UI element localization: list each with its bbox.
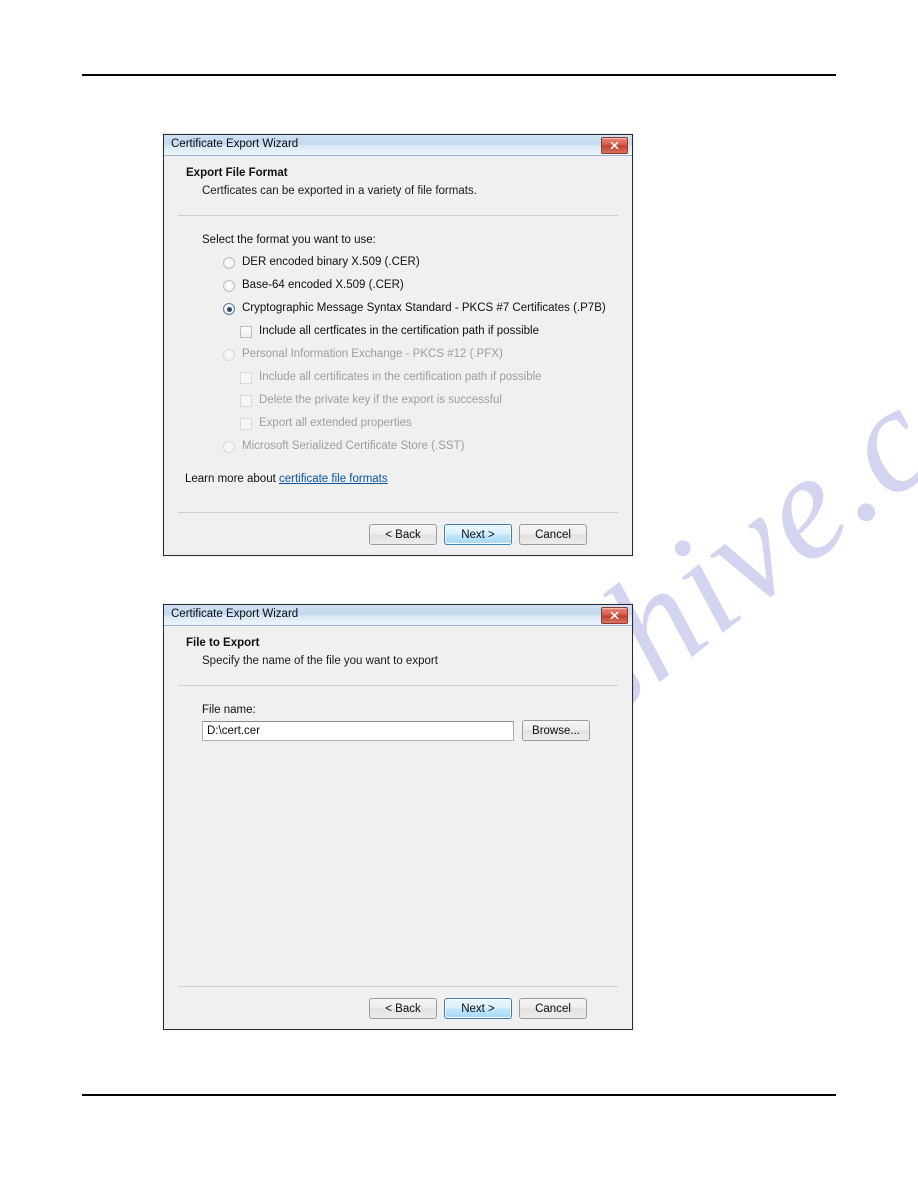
option-label: Delete the private key if the export is …	[259, 394, 502, 407]
header-title: Export File Format	[186, 167, 288, 179]
learn-more-prefix: Learn more about	[185, 473, 279, 486]
page-header-rule	[82, 74, 836, 76]
option-label: Include all certficates in the certifica…	[259, 325, 539, 338]
close-icon[interactable]	[601, 136, 628, 154]
radio-icon-disabled	[223, 349, 235, 362]
window-title: Certificate Export Wizard	[171, 138, 299, 151]
footer-separator	[178, 986, 618, 987]
cancel-button[interactable]: Cancel	[519, 524, 587, 545]
checkbox-include-all-certificates-pfx: Include all certificates in the certific…	[240, 371, 632, 386]
certificate-export-wizard-format-dialog: Certificate Export Wizard Export File Fo…	[163, 134, 633, 556]
option-label: Cryptographic Message Syntax Standard - …	[242, 302, 606, 315]
file-name-row: D:\cert.cer Browse...	[202, 720, 632, 742]
radio-icon[interactable]	[223, 257, 235, 270]
close-icon[interactable]	[601, 606, 628, 624]
header-subtitle: Specify the name of the file you want to…	[202, 655, 438, 668]
browse-button[interactable]: Browse...	[522, 720, 590, 742]
footer-button-row: < Back Next > Cancel	[178, 998, 618, 1019]
certificate-file-formats-link[interactable]: certificate file formats	[279, 473, 388, 485]
dialog-body: Select the format you want to use: DER e…	[164, 216, 632, 485]
checkbox-export-extended-properties: Export all extended properties	[240, 417, 632, 432]
dialog-footer: < Back Next > Cancel	[164, 512, 632, 555]
option-label: Personal Information Exchange - PKCS #12…	[242, 348, 503, 361]
checkbox-icon[interactable]	[240, 326, 252, 339]
next-button[interactable]: Next >	[444, 998, 512, 1019]
learn-more-text: Learn more about certificate file format…	[185, 473, 632, 485]
cancel-button[interactable]: Cancel	[519, 998, 587, 1019]
dialog-header: File to Export Specify the name of the f…	[164, 626, 632, 687]
header-subtitle: Certficates can be exported in a variety…	[202, 185, 477, 198]
radio-icon[interactable]	[223, 280, 235, 293]
option-der-encoded-binary[interactable]: DER encoded binary X.509 (.CER)	[223, 256, 632, 271]
dialog-footer: < Back Next > Cancel	[164, 986, 632, 1029]
file-name-input[interactable]: D:\cert.cer	[202, 720, 514, 741]
option-microsoft-serialized-certificate-store: Microsoft Serialized Certificate Store (…	[223, 440, 632, 455]
option-label: Microsoft Serialized Certificate Store (…	[242, 440, 465, 453]
option-base64-encoded[interactable]: Base-64 encoded X.509 (.CER)	[223, 279, 632, 294]
checkbox-include-all-certificates-p7b[interactable]: Include all certficates in the certifica…	[240, 325, 632, 340]
option-label: Base-64 encoded X.509 (.CER)	[242, 279, 404, 292]
certificate-export-wizard-file-dialog: Certificate Export Wizard File to Export…	[163, 604, 633, 1030]
file-name-label: File name:	[202, 704, 256, 717]
radio-icon-disabled	[223, 441, 235, 454]
footer-button-row: < Back Next > Cancel	[178, 524, 618, 545]
option-label: Export all extended properties	[259, 417, 412, 430]
checkbox-delete-private-key: Delete the private key if the export is …	[240, 394, 632, 409]
page-footer-rule	[82, 1094, 836, 1096]
back-button[interactable]: < Back	[369, 524, 437, 545]
checkbox-icon-disabled	[240, 395, 252, 408]
header-title: File to Export	[186, 637, 260, 649]
checkbox-icon-disabled	[240, 372, 252, 385]
back-button[interactable]: < Back	[369, 998, 437, 1019]
option-label: DER encoded binary X.509 (.CER)	[242, 256, 420, 269]
titlebar: Certificate Export Wizard	[164, 135, 632, 156]
radio-icon-selected[interactable]	[223, 303, 235, 316]
dialog-header: Export File Format Certficates can be ex…	[164, 156, 632, 217]
format-prompt: Select the format you want to use:	[202, 234, 376, 247]
titlebar: Certificate Export Wizard	[164, 605, 632, 626]
checkbox-icon-disabled	[240, 418, 252, 431]
next-button[interactable]: Next >	[444, 524, 512, 545]
option-personal-information-exchange: Personal Information Exchange - PKCS #12…	[223, 348, 632, 363]
window-title: Certificate Export Wizard	[171, 608, 299, 621]
footer-separator	[178, 512, 618, 513]
dialog-body: File name: D:\cert.cer Browse...	[164, 686, 632, 742]
option-pkcs7-certificates[interactable]: Cryptographic Message Syntax Standard - …	[223, 302, 632, 317]
option-label: Include all certificates in the certific…	[259, 371, 542, 384]
